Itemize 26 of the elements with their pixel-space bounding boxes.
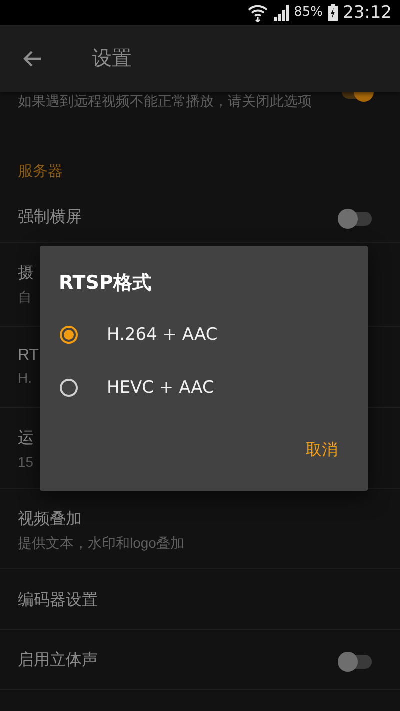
setting-title: RT — [18, 347, 40, 365]
setting-description: 自 — [18, 288, 32, 306]
setting-description: 提供文本，水印和logo叠加 — [18, 534, 184, 552]
dialog-title: RTSP格式 — [59, 271, 152, 296]
setting-description: 如果遇到远程视频不能正常播放，请关闭此选项 — [18, 92, 312, 110]
setting-title: 强制横屏 — [18, 208, 82, 228]
format-option[interactable]: H.264 + AAC — [40, 308, 368, 361]
setting-description: H. — [18, 369, 32, 387]
radio-button[interactable] — [60, 378, 78, 396]
setting-title: 运 — [18, 429, 34, 449]
wifi-icon — [248, 4, 268, 22]
setting-title: 启用立体声 — [18, 650, 98, 671]
setting-title: 视频叠加 — [18, 510, 82, 530]
setting-title: 编码器设置 — [18, 590, 98, 610]
signal-icon — [273, 4, 290, 20]
cancel-button[interactable]: 取消 — [302, 436, 342, 465]
battery-percent: 85% — [294, 5, 323, 20]
radio-button[interactable] — [60, 326, 78, 344]
setting-title: 摄 — [18, 264, 34, 284]
section-header: 服务器 — [18, 162, 63, 181]
clock-time: 23:12 — [343, 2, 392, 22]
setting-description: 15 — [18, 453, 34, 471]
battery-charging-icon — [328, 4, 338, 21]
format-option[interactable]: HEVC + AAC — [40, 361, 368, 414]
page-title: 设置 — [92, 45, 132, 72]
back-arrow-icon — [22, 50, 42, 68]
